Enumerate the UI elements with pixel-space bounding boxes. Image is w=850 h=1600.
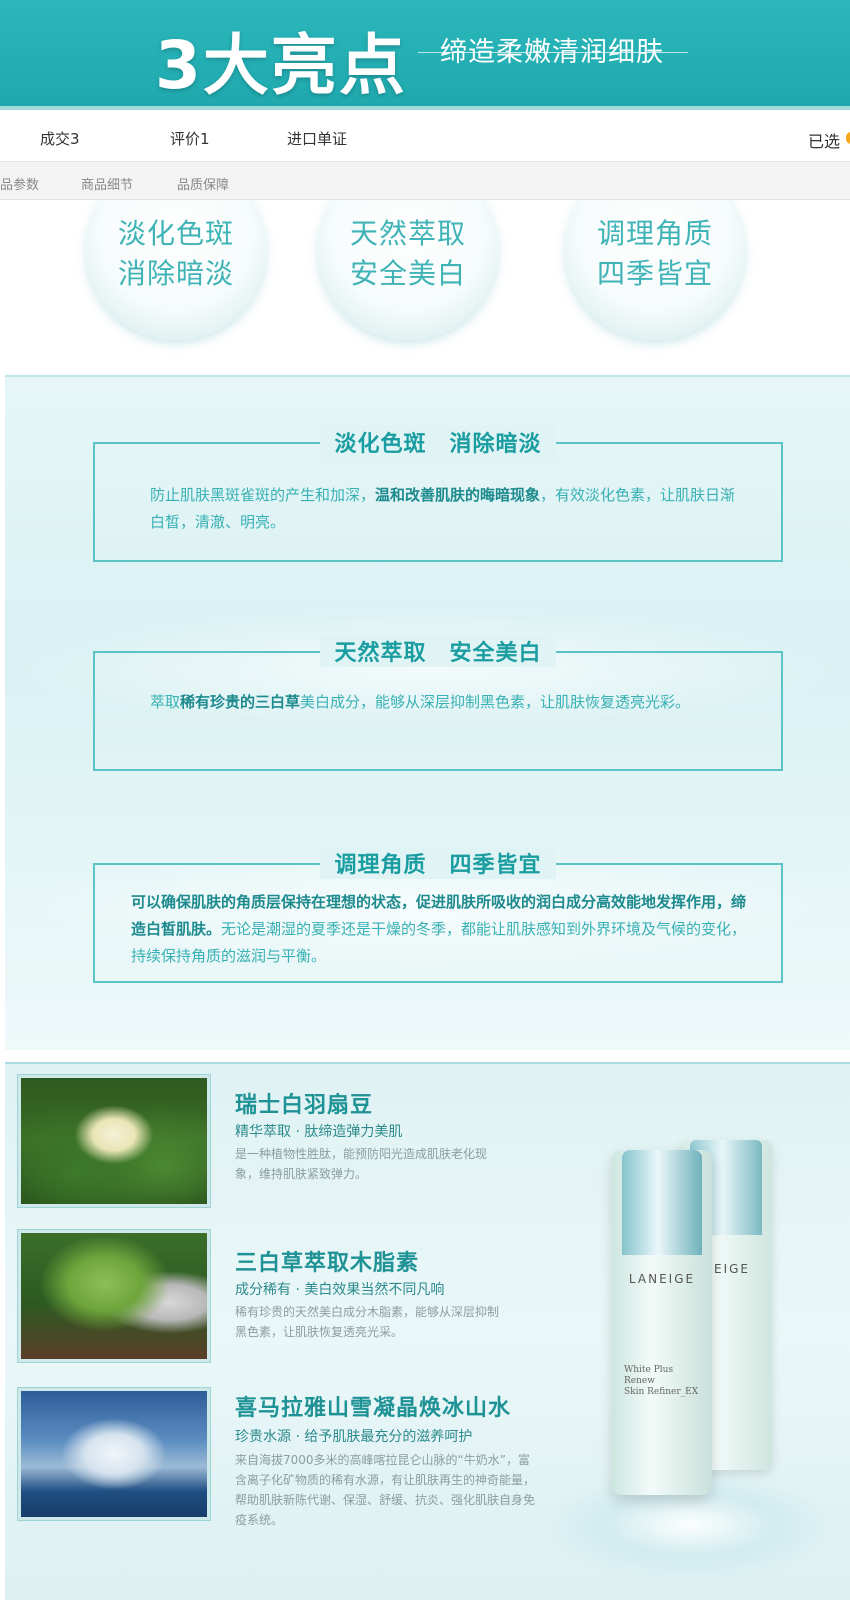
highlight-line: 调理角质 — [596, 217, 713, 250]
feature-title: 调理角质 四季皆宜 — [320, 847, 556, 879]
top-nav: 成交3 评价1 进口单证 已选 — [0, 114, 850, 162]
feature-box: 淡化色斑 消除暗淡 防止肌肤黑斑雀斑的产生和加深，温和改善肌肤的晦暗现象，有效淡… — [93, 426, 783, 562]
subtab-details[interactable]: 商品细节 — [81, 174, 133, 193]
ingredient-desc: 来自海拔7000多米的高峰喀拉昆仑山脉的“牛奶水”，富含离子化矿物质的稀有水源，… — [235, 1453, 536, 1527]
feature-text: 可以确保肌肤的角质层保持在理想的状态，促进肌肤所吸收的润白成分高效能地发挥作用，… — [131, 893, 747, 965]
ingredient-subtitle: 珍贵水源 · 给予肌肤最充分的滋养呵护 — [235, 1429, 473, 1445]
lupin-flower-image — [18, 1075, 210, 1207]
highlight-circle: 淡化色斑 消除暗淡 — [86, 200, 266, 340]
iceberg-image — [18, 1388, 210, 1520]
ingredient-title: 瑞士白羽扇豆 — [235, 1093, 374, 1118]
ingredient-subtitle: 精华萃取 · 肽缔造弹力美肌 — [235, 1124, 403, 1140]
highlight-circle: 调理角质 四季皆宜 — [565, 200, 745, 340]
selected-badge-icon — [846, 132, 850, 144]
sub-nav: 品参数 商品细节 品质保障 — [0, 162, 850, 200]
tab-reviews[interactable]: 评价1 — [170, 128, 210, 149]
bottle-label-line: White Plus Renew — [624, 1365, 674, 1386]
highlight-line: 消除暗淡 — [117, 257, 234, 290]
highlight-line: 天然萃取 — [349, 217, 466, 250]
banner-subtitle: 缔造柔嫩清润细肤 — [440, 37, 664, 68]
herb-leaf-image — [18, 1230, 210, 1362]
ingredient-desc: 稀有珍贵的天然美白成分木脂素，能够从深层抑制黑色素，让肌肤恢复透亮光采。 — [235, 1305, 500, 1339]
feature-text: 萃取稀有珍贵的三白草美白成分，能够从深层抑制黑色素，让肌肤恢复透亮光彩。 — [150, 693, 691, 711]
highlight-line: 安全美白 — [349, 257, 466, 290]
ingredient-title: 三白草萃取木脂素 — [235, 1251, 420, 1276]
feature-title: 淡化色斑 消除暗淡 — [320, 426, 556, 458]
selected-indicator[interactable]: 已选 — [808, 128, 840, 152]
banner-title: 3大亮点 — [155, 27, 407, 104]
bottle-label-line: Skin Refiner_EX — [624, 1387, 699, 1397]
feature-text: 防止肌肤黑斑雀斑的产生和加深，温和改善肌肤的晦暗现象，有效淡化色素，让肌肤日渐白… — [150, 486, 736, 531]
highlight-circle: 天然萃取 安全美白 — [318, 200, 498, 340]
ingredient-title: 喜马拉雅山雪凝晶焕冰山水 — [235, 1396, 512, 1421]
bottle-cap-front — [622, 1150, 702, 1255]
feature-title: 天然萃取 安全美白 — [320, 635, 556, 667]
tab-import-docs[interactable]: 进口单证 — [287, 128, 347, 149]
promo-banner: 3大亮点 缔造柔嫩清润细肤 — [0, 0, 850, 110]
tab-deals[interactable]: 成交3 — [40, 128, 80, 149]
feature-box: 调理角质 四季皆宜 可以确保肌肤的角质层保持在理想的状态，促进肌肤所吸收的润白成… — [93, 847, 783, 983]
subtab-params[interactable]: 品参数 — [0, 174, 39, 193]
highlight-line: 四季皆宜 — [596, 257, 713, 290]
feature-section: 淡化色斑 消除暗淡 防止肌肤黑斑雀斑的产生和加深，温和改善肌肤的晦暗现象，有效淡… — [5, 375, 850, 1050]
subtab-quality[interactable]: 品质保障 — [177, 174, 229, 193]
highlight-line: 淡化色斑 — [117, 217, 234, 250]
bottle-label: White Plus Renew Skin Refiner_EX — [624, 1365, 704, 1398]
highlight-circles: 淡化色斑 消除暗淡 天然萃取 安全美白 调理角质 四季皆宜 — [0, 200, 850, 375]
ingredient-subtitle: 成分稀有 · 美白效果当然不同凡响 — [235, 1282, 445, 1298]
bottle-brand-front: LANEIGE — [628, 1272, 696, 1286]
feature-box: 天然萃取 安全美白 萃取稀有珍贵的三白草美白成分，能够从深层抑制黑色素，让肌肤恢… — [93, 635, 783, 771]
ingredient-desc: 是一种植物性胜肽，能预防阳光造成肌肤老化现象，维持肌肤紧致弹力。 — [235, 1147, 488, 1181]
bottle-brand-back: EIGE — [714, 1262, 751, 1276]
